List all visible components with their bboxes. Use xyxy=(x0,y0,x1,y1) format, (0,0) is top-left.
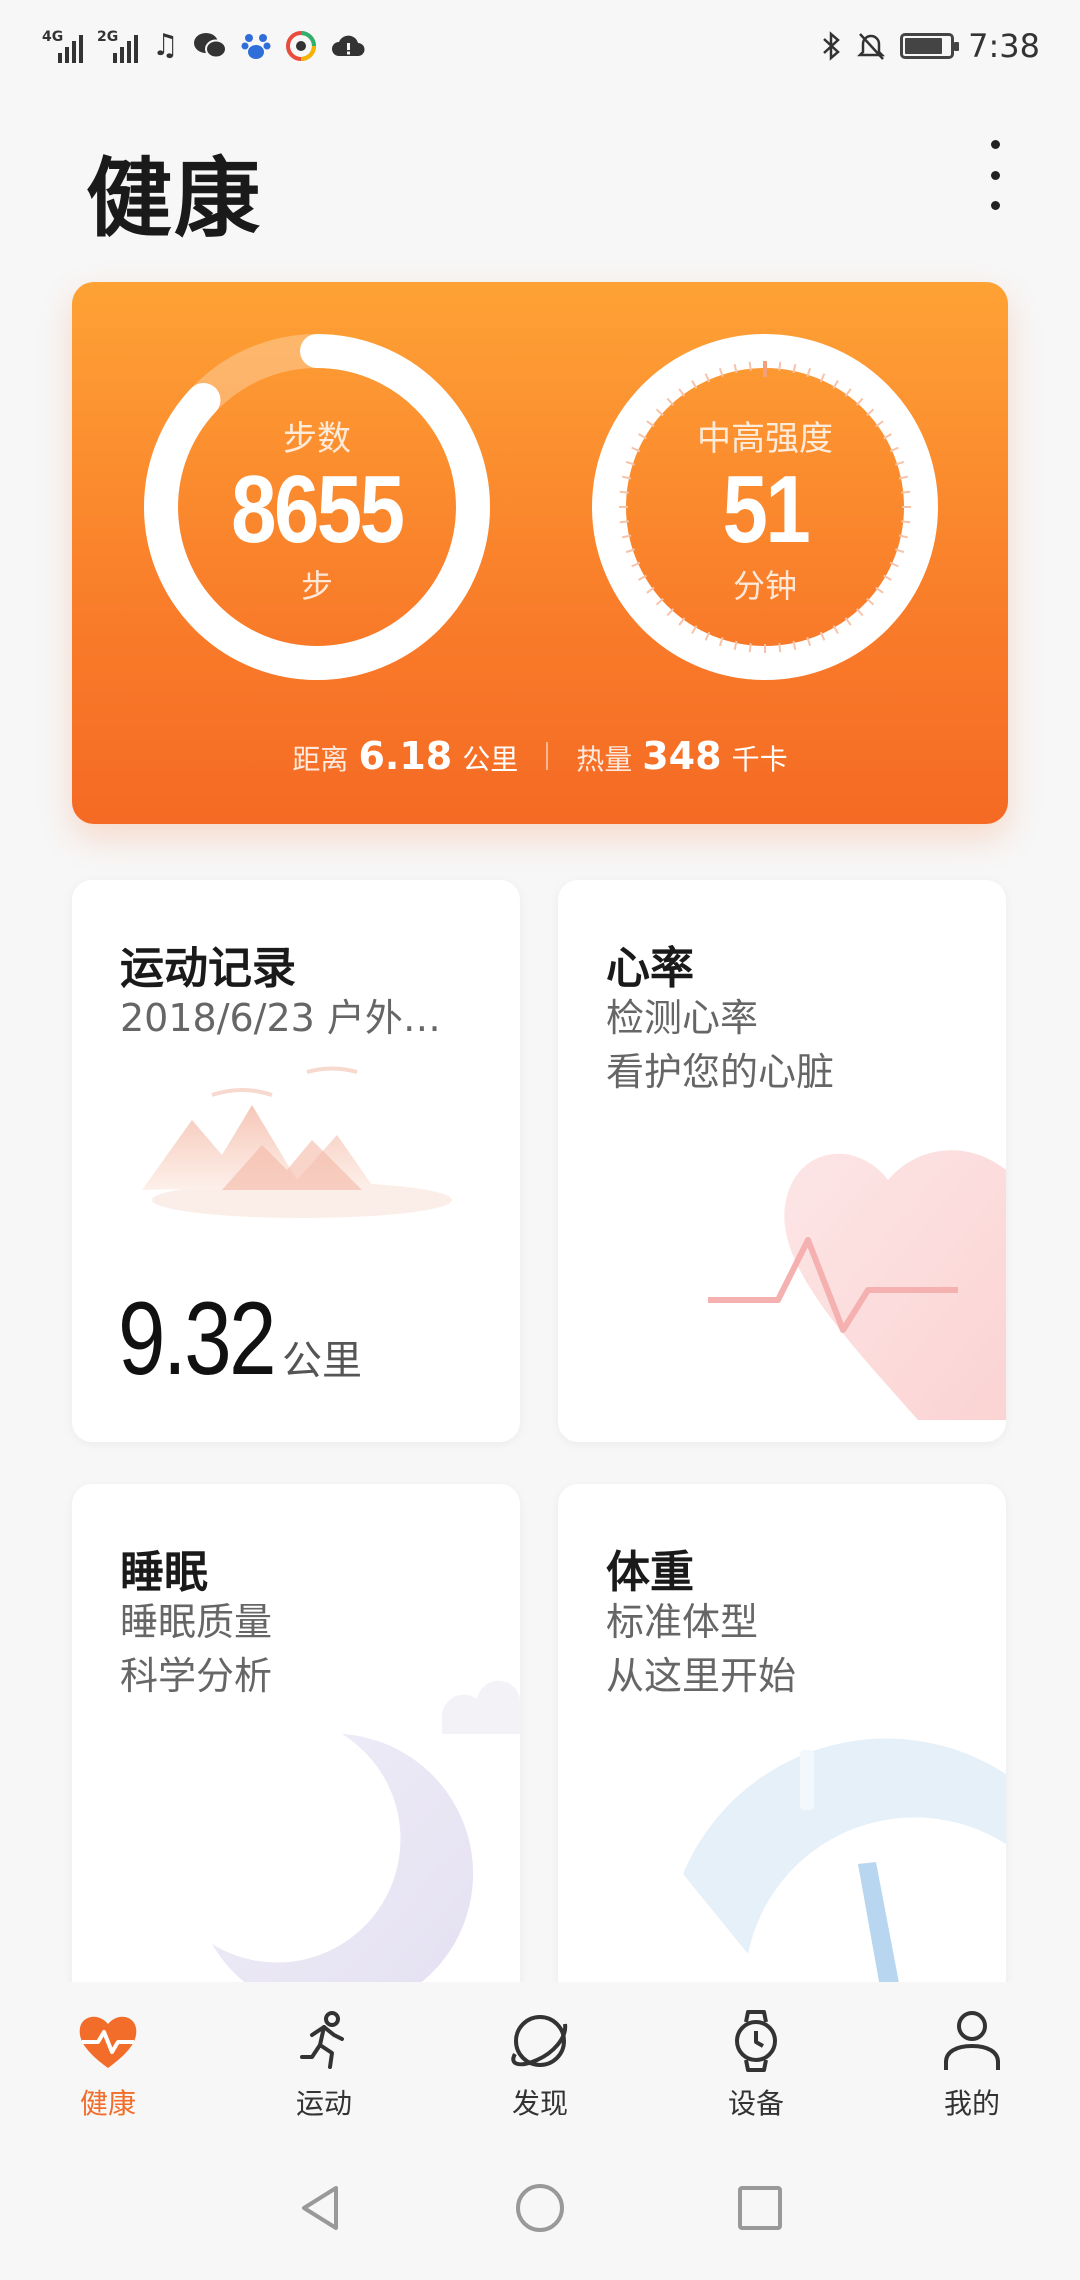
tab-discover[interactable]: 发现 xyxy=(432,1982,648,2136)
tab-label: 健康 xyxy=(79,2087,136,2120)
watch-icon xyxy=(721,2006,791,2076)
steps-ring[interactable]: 步数 8655 步 xyxy=(132,322,502,692)
running-icon xyxy=(289,2006,359,2076)
distance-unit: 公里 xyxy=(462,743,519,776)
music-note-icon: ♫ xyxy=(152,28,179,63)
header: 健康 xyxy=(0,120,1080,249)
weight-card[interactable]: 体重 标准体型 从这里开始 xyxy=(558,1484,1006,2004)
heart-rate-card[interactable]: 心率 检测心率 看护您的心脏 xyxy=(558,880,1006,1442)
heart-pulse-icon xyxy=(73,2006,143,2076)
intensity-label: 中高强度 xyxy=(697,419,833,460)
sleep-line1: 睡眠质量 xyxy=(120,1600,273,1644)
network-type-2: 2G xyxy=(97,29,119,45)
intensity-ring[interactable]: 中高强度 51 分钟 xyxy=(580,322,950,692)
steps-unit: 步 xyxy=(300,566,333,605)
steps-value: 8655 xyxy=(231,456,405,564)
baidu-paw-icon xyxy=(241,34,271,59)
bottom-tab-bar: 健康 运动 发现 设备 我的 xyxy=(0,1982,1080,2136)
cloud-alert-icon xyxy=(331,35,365,56)
sleep-title: 睡眠 xyxy=(120,1547,208,1598)
weight-title: 体重 xyxy=(606,1547,694,1598)
home-circle-icon xyxy=(516,2184,564,2232)
summary-footer: 距离 6.18 公里 热量 348 千卡 xyxy=(72,734,1008,778)
signal-2g-icon: 2G xyxy=(97,29,138,63)
tab-health[interactable]: 健康 xyxy=(0,1982,216,2136)
heart-rate-line1: 检测心率 xyxy=(606,996,759,1040)
exercise-title: 运动记录 xyxy=(120,943,296,994)
recents-button[interactable] xyxy=(720,2168,800,2248)
status-bar: 4G 2G ♫ 7:38 xyxy=(0,0,1080,92)
status-right: 7:38 xyxy=(820,27,1040,65)
intensity-unit: 分钟 xyxy=(732,566,797,605)
exercise-distance: 9.32 公里 xyxy=(118,1280,362,1399)
footer-divider xyxy=(546,742,549,770)
calories-unit: 千卡 xyxy=(731,743,788,776)
back-triangle-icon xyxy=(302,2186,338,2230)
tab-label: 发现 xyxy=(511,2087,568,2120)
distance-value: 6.18 xyxy=(358,734,453,778)
battery-icon xyxy=(900,33,960,59)
home-button[interactable] xyxy=(500,2168,580,2248)
steps-label: 步数 xyxy=(283,419,351,460)
heart-rate-line2: 看护您的心脏 xyxy=(606,1050,835,1094)
calories-value: 348 xyxy=(642,734,722,778)
battery-level xyxy=(905,38,943,54)
exercise-record-card[interactable]: 运动记录 2018/6/23 户外… 9.32 公里 xyxy=(72,880,520,1442)
intensity-text: 中高强度 51 分钟 xyxy=(580,322,950,692)
exercise-subtitle: 2018/6/23 户外… xyxy=(120,996,441,1040)
tab-label: 设备 xyxy=(727,2087,784,2120)
tab-exercise[interactable]: 运动 xyxy=(216,1982,432,2136)
exercise-distance-value: 9.32 xyxy=(118,1281,277,1397)
page-title: 健康 xyxy=(86,149,262,249)
tab-me[interactable]: 我的 xyxy=(864,1982,1080,2136)
clock-time: 7:38 xyxy=(968,27,1040,65)
tab-label: 运动 xyxy=(295,2087,352,2120)
heart-rate-title: 心率 xyxy=(606,943,694,994)
bluetooth-icon xyxy=(823,31,841,61)
tab-label: 我的 xyxy=(943,2087,1000,2120)
back-button[interactable] xyxy=(280,2168,360,2248)
status-left: 4G 2G ♫ xyxy=(42,29,365,63)
signal-4g-icon: 4G xyxy=(42,29,83,63)
app-circle-icon xyxy=(285,31,316,61)
calories-label: 热量 xyxy=(576,743,633,776)
distance-label: 距离 xyxy=(292,743,349,776)
network-type-1: 4G xyxy=(42,29,64,45)
tab-devices[interactable]: 设备 xyxy=(648,1982,864,2136)
system-nav-bar xyxy=(0,2136,1080,2280)
sleep-card[interactable]: 睡眠 睡眠质量 科学分析 xyxy=(72,1484,520,2004)
person-icon xyxy=(937,2006,1007,2076)
planet-icon xyxy=(505,2006,575,2076)
recents-square-icon xyxy=(738,2186,782,2230)
more-options-icon[interactable] xyxy=(980,140,1010,210)
exercise-distance-unit: 公里 xyxy=(282,1338,362,1384)
sleep-line2: 科学分析 xyxy=(120,1654,273,1698)
steps-text: 步数 8655 步 xyxy=(132,322,502,692)
wechat-icon xyxy=(193,33,227,59)
bell-muted-icon xyxy=(857,33,886,60)
intensity-value: 51 xyxy=(722,456,810,564)
activity-summary-card[interactable]: 步数 8655 步 中高强度 51 分钟 距离 6.18 公里 热量 348 千… xyxy=(72,282,1008,824)
weight-line1: 标准体型 xyxy=(606,1600,759,1644)
weight-line2: 从这里开始 xyxy=(606,1654,797,1698)
